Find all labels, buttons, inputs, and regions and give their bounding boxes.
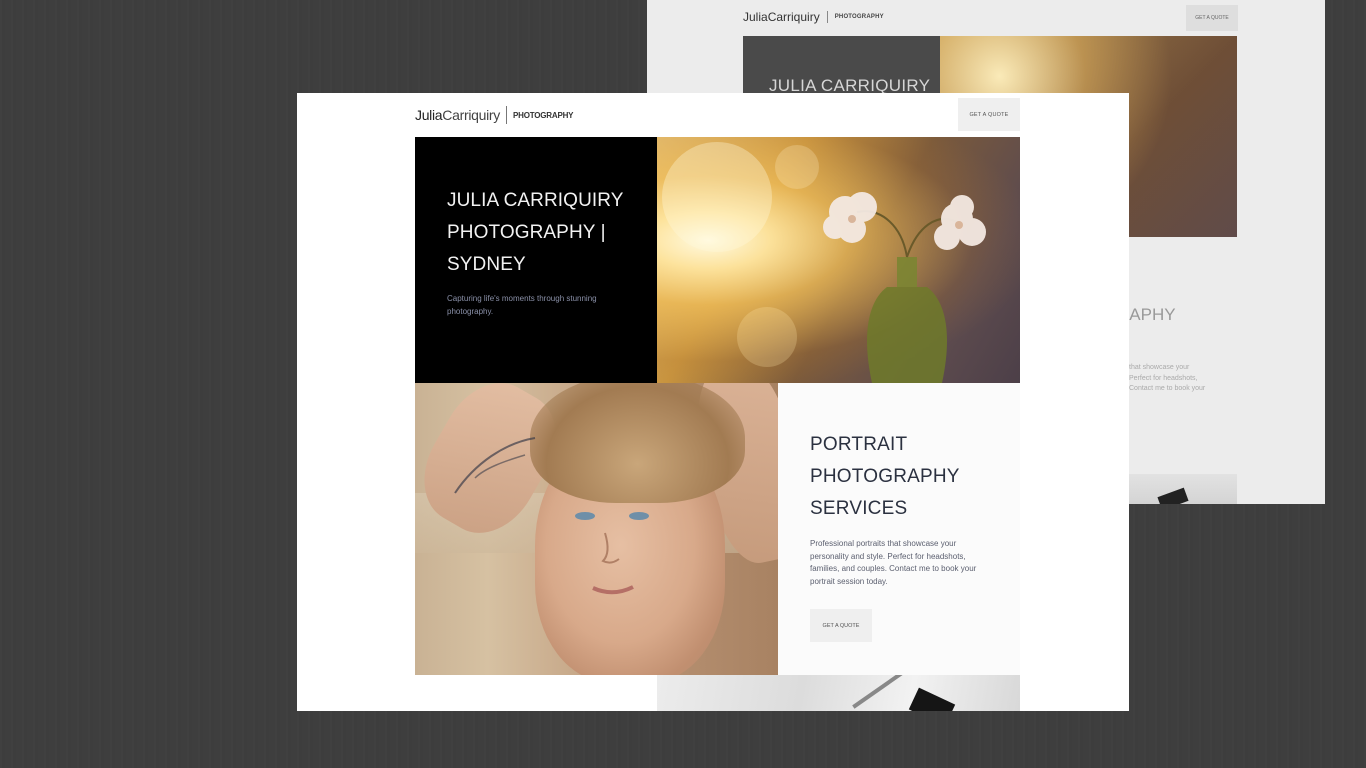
background-logo: JuliaCarriquiry PHOTOGRAPHY bbox=[743, 10, 884, 24]
desk-flatlay-image bbox=[657, 675, 1020, 711]
portrait-services-panel: PORTRAIT PHOTOGRAPHY SERVICES Profession… bbox=[778, 383, 1020, 675]
portrait-get-quote-button[interactable]: GET A QUOTE bbox=[810, 609, 872, 642]
site-logo[interactable]: Julia Carriquiry PHOTOGRAPHY bbox=[415, 106, 574, 124]
portrait-features bbox=[454, 437, 649, 595]
hero-title: JULIA CARRIQUIRY PHOTOGRAPHY | SYDNEY bbox=[447, 190, 624, 275]
portrait-services-title: PORTRAIT PHOTOGRAPHY SERVICES bbox=[810, 434, 960, 519]
site-header: Julia Carriquiry PHOTOGRAPHY GET A QUOTE bbox=[415, 93, 1020, 137]
background-bottom-image bbox=[1129, 474, 1237, 504]
logo-first-name: Julia bbox=[415, 107, 443, 123]
hero-subtitle: Capturing life's moments through stunnin… bbox=[447, 294, 597, 316]
portrait-services-description: Professional portraits that showcase you… bbox=[810, 539, 977, 586]
get-quote-button[interactable]: GET A QUOTE bbox=[958, 98, 1020, 131]
hero-panel: JULIA CARRIQUIRY PHOTOGRAPHY | SYDNEY Ca… bbox=[415, 137, 657, 383]
logo-last-name: Carriquiry bbox=[442, 107, 500, 123]
flower-vase-illustration bbox=[662, 142, 986, 383]
logo-subtitle: PHOTOGRAPHY bbox=[512, 110, 574, 120]
background-section-text: that showcase your Perfect for headshots… bbox=[1129, 364, 1206, 392]
page-preview-modal: Julia Carriquiry PHOTOGRAPHY GET A QUOTE… bbox=[297, 93, 1129, 711]
background-quote-button: GET A QUOTE bbox=[1186, 5, 1238, 31]
hero-flower-image bbox=[657, 137, 1020, 383]
portrait-woman-image bbox=[415, 383, 778, 675]
logo-divider bbox=[505, 106, 507, 124]
